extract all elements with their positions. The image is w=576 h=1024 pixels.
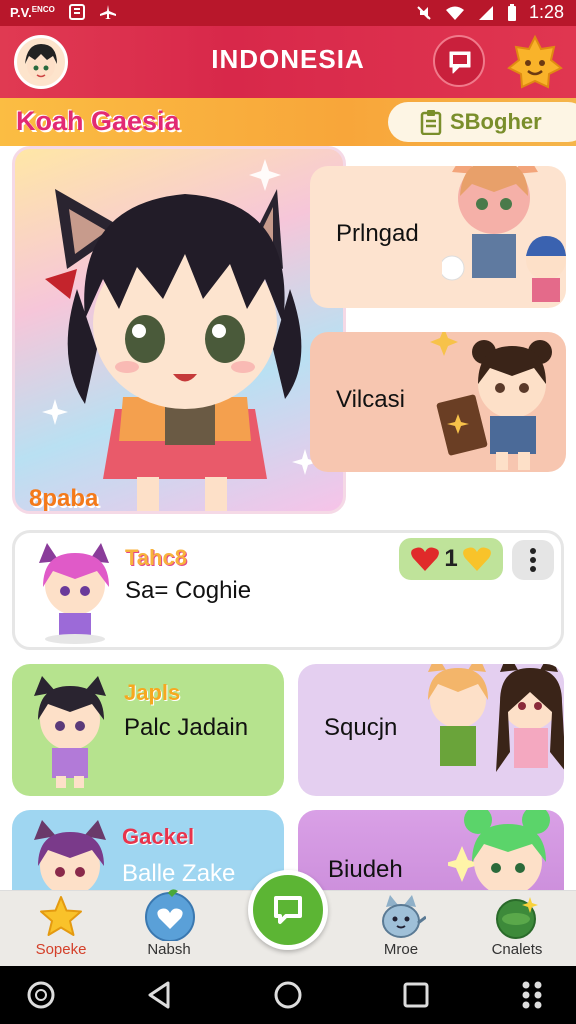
nav-label: Mroe	[383, 941, 419, 958]
system-nav-bar	[0, 966, 576, 1024]
heart-icon	[410, 546, 440, 572]
hero-tag: 8paba	[29, 485, 99, 512]
nav-label: Sopeke	[35, 941, 87, 958]
banner-pill-button[interactable]: SBogher	[388, 102, 576, 142]
chat-bubble-icon	[447, 49, 473, 75]
grid-card-label: Biudeh	[328, 856, 403, 883]
like-count: 1	[444, 545, 458, 572]
wifi-icon	[445, 4, 465, 22]
grid-card[interactable]: Japls Palc Jadain	[12, 664, 284, 796]
nav-label: Nabsh	[147, 941, 191, 958]
nav-item-mroe[interactable]: Mroe	[346, 891, 456, 967]
star-badge-button[interactable]	[506, 34, 564, 92]
carrier-label: P.V.ENCO	[10, 4, 55, 20]
grid-card-illustration	[34, 676, 106, 788]
nav-item-sopeke[interactable]: Sopeke	[6, 891, 116, 967]
side-card-label: Vilcasi	[336, 386, 405, 413]
grid-card-label: Palc Jadain	[124, 714, 249, 741]
planet-icon	[492, 893, 542, 939]
hero-character-illustration	[42, 159, 318, 511]
airplane-icon	[99, 4, 117, 20]
grid-card-tag: Gackel	[122, 824, 195, 849]
grid-card-label: Balle Zake	[122, 860, 236, 887]
post-avatar-illustration	[39, 543, 109, 644]
banner: Koah Gaesia SBogher	[0, 98, 576, 146]
clock: 1:28	[528, 2, 564, 22]
grid-card[interactable]: Squcjn	[298, 664, 564, 796]
side-card-label: Prlngad	[336, 220, 419, 247]
mascot-icon	[376, 893, 426, 939]
recents-icon[interactable]	[402, 981, 430, 1009]
heart-icon	[142, 889, 198, 941]
status-bar: P.V.ENCO 1:28	[0, 0, 576, 26]
banner-title: Koah Gaesia	[16, 106, 180, 136]
back-icon[interactable]	[146, 980, 174, 1010]
home-icon[interactable]	[273, 980, 303, 1010]
star-badge-icon	[506, 34, 564, 92]
like-button[interactable]: 1	[399, 538, 503, 580]
side-card[interactable]: Prlngad	[310, 166, 566, 308]
star-icon	[39, 895, 83, 939]
post-title: Sa= Coghie	[125, 577, 252, 604]
more-vertical-icon	[529, 548, 537, 572]
chat-button[interactable]	[433, 35, 485, 87]
clipboard-icon	[420, 109, 442, 135]
side-card[interactable]: Vilcasi	[310, 332, 566, 472]
battery-icon	[507, 3, 517, 22]
page-title: INDONESIA	[211, 44, 365, 74]
heart-icon	[462, 546, 492, 572]
grid-card-tag: Japls	[124, 680, 181, 705]
nav-label: Cnalets	[491, 941, 543, 958]
nav-item-nabsh[interactable]: Nabsh	[114, 889, 224, 967]
signal-icon	[477, 4, 495, 22]
side-card-illustration	[430, 332, 552, 470]
assistant-icon[interactable]	[26, 980, 56, 1010]
grid-card-illustration	[428, 664, 564, 772]
post-tag: Tahc8	[125, 545, 187, 570]
hero-card[interactable]: 8paba	[12, 146, 346, 514]
app-header: INDONESIA	[0, 26, 576, 98]
compose-fab[interactable]	[248, 870, 328, 950]
mute-icon	[415, 4, 433, 22]
more-options-button[interactable]	[512, 540, 554, 580]
notification-icon	[68, 4, 85, 20]
nav-item-cnalets[interactable]: Cnalets	[462, 891, 572, 967]
banner-pill-label: SBogher	[450, 109, 542, 134]
chat-bubble-icon	[272, 894, 304, 926]
apps-grid-icon[interactable]	[520, 980, 544, 1010]
grid-card-label: Squcjn	[324, 714, 398, 741]
side-card-illustration	[442, 166, 566, 302]
